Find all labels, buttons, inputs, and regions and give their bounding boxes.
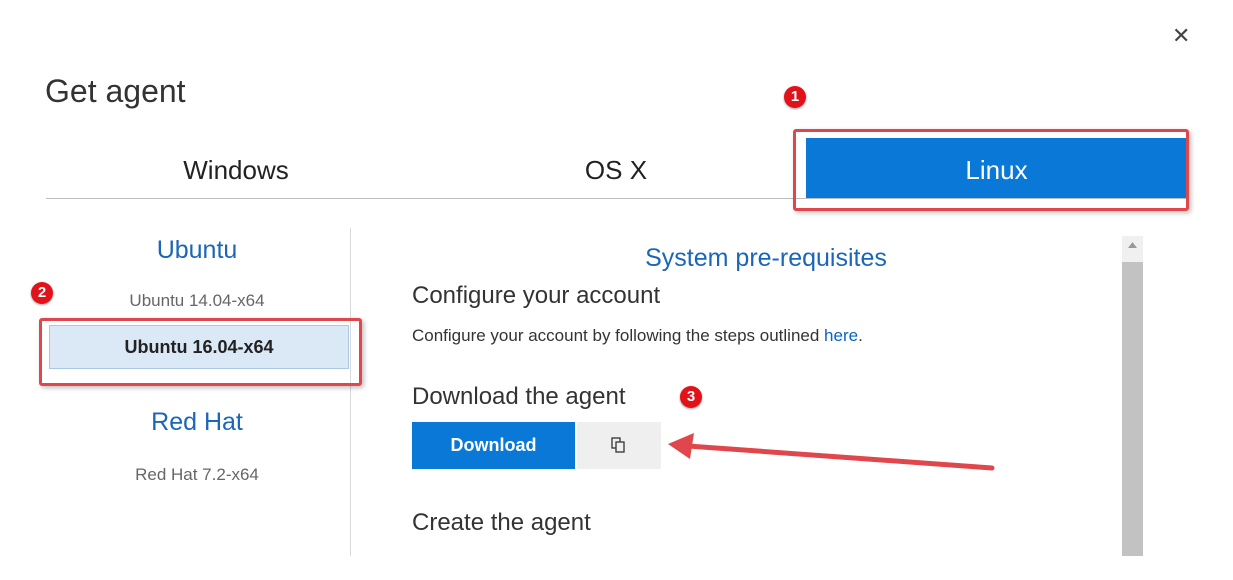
configure-text: Configure your account by following the … [412, 326, 863, 346]
copy-icon [611, 437, 625, 453]
callout-badge-3: 3 [680, 386, 702, 408]
callout-badge-1: 1 [784, 86, 806, 108]
torn-edge-right [1218, 0, 1233, 580]
configure-text-body: Configure your account by following the … [412, 326, 825, 345]
create-heading: Create the agent [412, 509, 591, 536]
scrollbar-thumb[interactable] [1122, 262, 1143, 558]
copy-url-button[interactable] [577, 422, 661, 469]
here-link[interactable]: here [824, 326, 858, 345]
tab-windows[interactable]: Windows [46, 138, 426, 198]
scroll-up-icon[interactable] [1127, 241, 1138, 249]
sidebar-divider [350, 228, 351, 558]
tab-osx[interactable]: OS X [426, 138, 806, 198]
instructions-panel: System pre-requisites Configure your acc… [412, 236, 1118, 562]
group-redhat: Red Hat [151, 408, 243, 436]
callout-badge-2: 2 [31, 282, 53, 304]
callout-arrow [668, 433, 995, 471]
callout-box-ubuntu-1604 [39, 318, 362, 386]
content-scrollbar[interactable] [1122, 236, 1143, 558]
distro-sidebar: Ubuntu Ubuntu 14.04-x64 Ubuntu 16.04-x64… [44, 228, 351, 558]
section-title: System pre-requisites [645, 244, 887, 272]
torn-edge-bottom [0, 556, 1233, 580]
configure-text-suffix: . [858, 326, 863, 345]
sidebar-item-redhat-72[interactable]: Red Hat 7.2-x64 [44, 465, 350, 485]
callout-box-linux [793, 129, 1189, 211]
close-icon[interactable]: ✕ [1172, 24, 1190, 49]
dialog-title: Get agent [45, 73, 186, 110]
sidebar-item-ubuntu-1404[interactable]: Ubuntu 14.04-x64 [44, 291, 350, 311]
group-ubuntu: Ubuntu [156, 236, 238, 264]
download-heading: Download the agent [412, 383, 626, 410]
configure-heading: Configure your account [412, 282, 661, 309]
download-button[interactable]: Download [412, 422, 575, 469]
